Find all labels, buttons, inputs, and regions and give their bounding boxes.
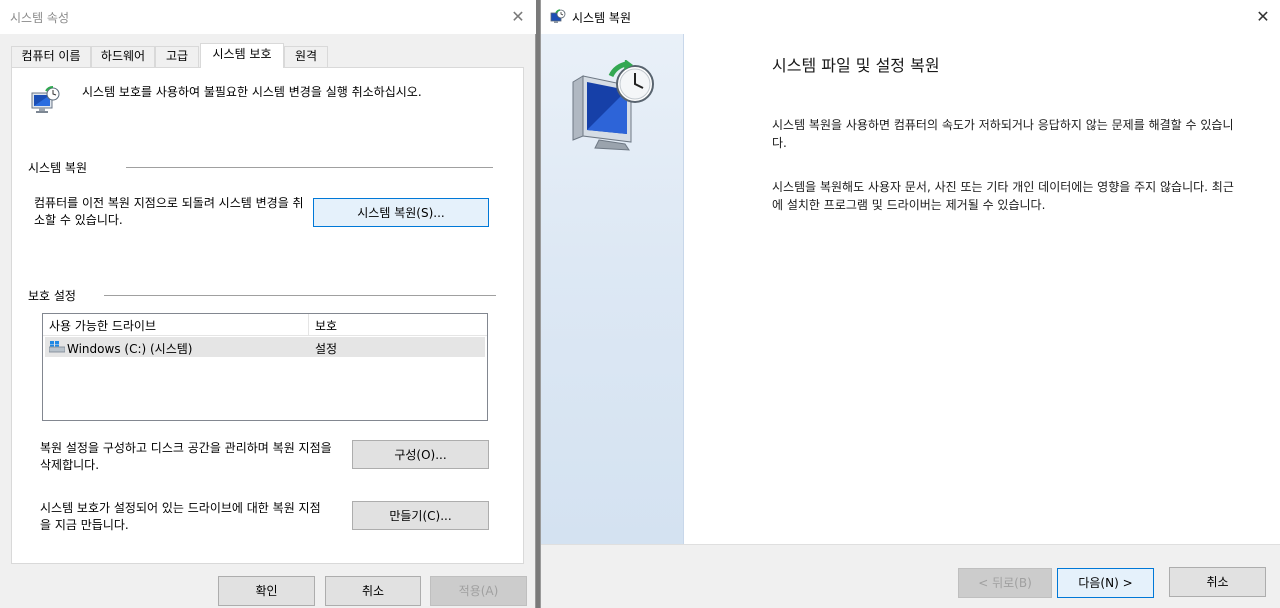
cancel-button[interactable]: 취소: [1169, 567, 1266, 597]
system-restore-icon: [572, 60, 654, 151]
next-button[interactable]: 다음(N) >: [1057, 568, 1154, 598]
apply-button[interactable]: 적용(A): [430, 576, 527, 606]
wizard-heading: 시스템 파일 및 설정 복원: [772, 56, 940, 75]
column-separator[interactable]: [308, 314, 309, 336]
wizard-paragraph-1: 시스템 복원을 사용하면 컴퓨터의 속도가 저하되거나 응답하지 않는 문제를 …: [772, 118, 1234, 150]
protection-group-divider: [104, 295, 496, 296]
wizard-side-pane: [541, 34, 684, 544]
column-protection[interactable]: 보호: [315, 317, 337, 334]
tab-advanced[interactable]: 고급: [155, 46, 199, 67]
system-protection-panel: 시스템 보호를 사용하여 불필요한 시스템 변경을 실행 취소하십시오. 시스템…: [11, 67, 524, 564]
close-icon[interactable]: ✕: [506, 5, 530, 29]
system-restore-window: 시스템 복원 ✕ 시스템 파일 및 설정 복원 시스템 복원을 사용하면 컴퓨터…: [540, 0, 1280, 608]
create-button[interactable]: 만들기(C)...: [352, 501, 489, 530]
system-restore-icon: [550, 9, 566, 23]
column-available-drives[interactable]: 사용 가능한 드라이브: [49, 317, 156, 334]
intro-text: 시스템 보호를 사용하여 불필요한 시스템 변경을 실행 취소하십시오.: [82, 85, 422, 99]
system-protection-icon: [31, 85, 60, 113]
system-properties-window: 시스템 속성 ✕ 컴퓨터 이름 하드웨어 고급 시스템 보호 원격 시스템 보호…: [0, 0, 536, 608]
configure-description: 복원 설정을 구성하고 디스크 공간을 관리하며 복원 지점을 삭제합니다.: [40, 441, 332, 472]
list-item[interactable]: Windows (C:) (시스템) 설정: [45, 337, 485, 357]
tab-hardware[interactable]: 하드웨어: [91, 46, 155, 67]
drive-list-header: 사용 가능한 드라이브 보호: [43, 314, 487, 336]
restore-group-divider: [126, 167, 493, 168]
tab-remote[interactable]: 원격: [284, 46, 328, 67]
create-description: 시스템 보호가 설정되어 있는 드라이브에 대한 복원 지점을 지금 만듭니다.: [40, 501, 321, 532]
back-button[interactable]: < 뒤로(B): [958, 568, 1052, 598]
window-title: 시스템 속성: [10, 11, 70, 25]
drive-list[interactable]: 사용 가능한 드라이브 보호 Windows (C:) (시스템) 설정: [42, 313, 488, 421]
title-bar[interactable]: 시스템 속성 ✕: [0, 0, 536, 34]
drive-name: Windows (C:) (시스템): [67, 342, 193, 356]
window-title: 시스템 복원: [572, 11, 632, 25]
tab-system-protection[interactable]: 시스템 보호: [200, 43, 284, 68]
wizard-footer: < 뒤로(B) 다음(N) > 취소: [541, 544, 1280, 608]
configure-button[interactable]: 구성(O)...: [352, 440, 489, 469]
protection-group-title: 보호 설정: [28, 287, 82, 304]
system-restore-button[interactable]: 시스템 복원(S)...: [313, 198, 489, 227]
close-icon[interactable]: ✕: [1251, 5, 1275, 29]
drive-protection-status: 설정: [315, 342, 338, 356]
wizard-paragraph-2: 시스템을 복원해도 사용자 문서, 사진 또는 기타 개인 데이터에는 영향을 …: [772, 180, 1234, 212]
windows-drive-icon: [49, 341, 65, 353]
title-bar[interactable]: 시스템 복원 ✕: [541, 0, 1280, 34]
restore-group-title: 시스템 복원: [28, 159, 94, 176]
tab-computer-name[interactable]: 컴퓨터 이름: [11, 46, 91, 67]
cancel-button[interactable]: 취소: [325, 576, 421, 606]
ok-button[interactable]: 확인: [218, 576, 315, 606]
restore-description: 컴퓨터를 이전 복원 지점으로 되돌려 시스템 변경을 취소할 수 있습니다.: [34, 196, 304, 227]
